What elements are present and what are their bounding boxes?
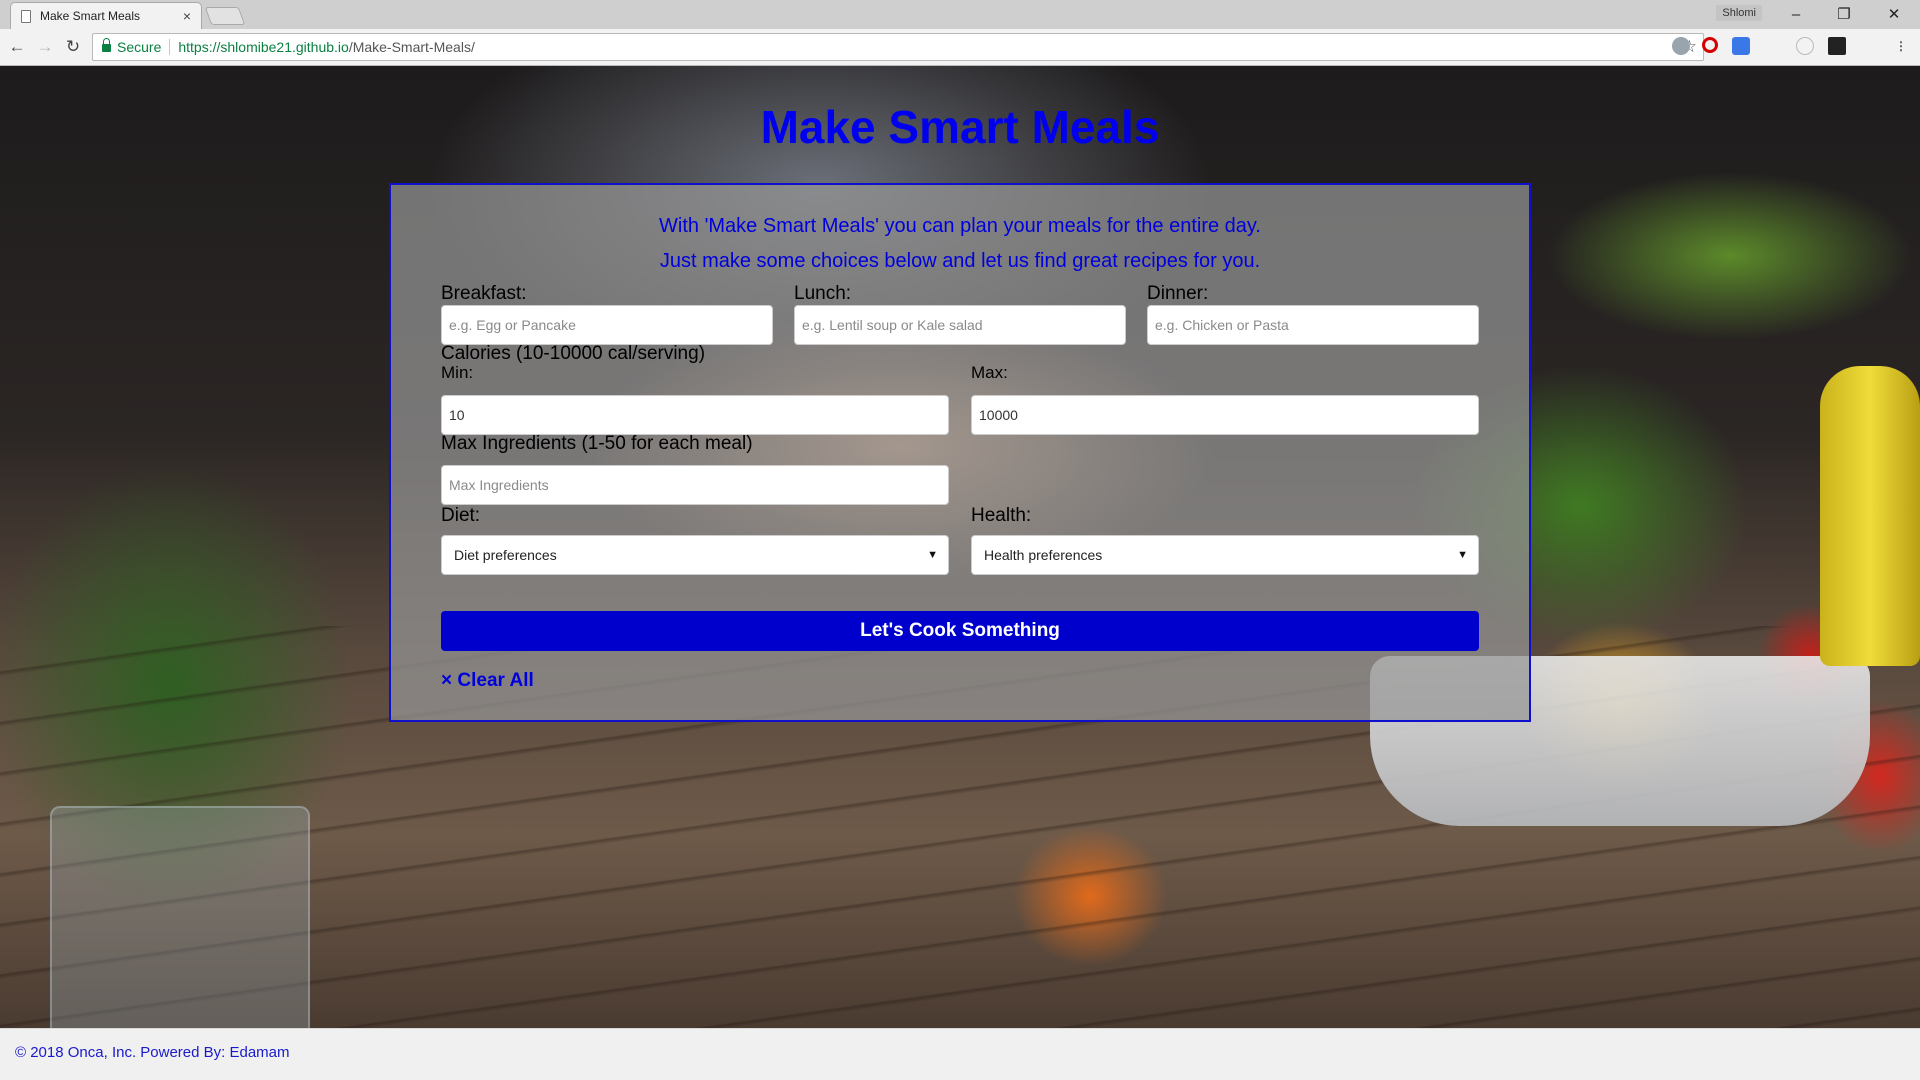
address-bar[interactable]: Secure https://shlomibe21.github.io /Mak… — [92, 33, 1704, 61]
lunch-label: Lunch: — [794, 283, 852, 304]
meal-form: With 'Make Smart Meals' you can plan you… — [389, 183, 1531, 722]
page-icon — [21, 9, 31, 23]
divider — [169, 39, 171, 55]
max-ingredients-input[interactable]: Max Ingredients — [441, 465, 949, 505]
diet-select-value: Diet preferences — [454, 547, 557, 563]
url-path: /Make-Smart-Meals/ — [348, 39, 475, 55]
health-select-value: Health preferences — [984, 547, 1103, 563]
browser-tab-strip: Make Smart Meals × Shlomi – ❐ ✕ — [0, 0, 1920, 29]
lunch-input[interactable]: e.g. Lentil soup or Kale salad — [794, 305, 1126, 345]
max-ingredients-label: Max Ingredients (1-50 for each meal) — [441, 433, 753, 454]
extension-t-icon[interactable] — [1762, 37, 1780, 55]
health-label: Health: — [971, 505, 1032, 526]
new-tab-button[interactable] — [204, 7, 246, 25]
clear-all-link[interactable]: × Clear All — [441, 670, 534, 692]
extension-cloud-icon[interactable] — [1672, 37, 1690, 55]
calories-min-label: Min: — [441, 363, 474, 382]
calories-label: Calories (10-10000 cal/serving) — [441, 343, 706, 364]
extension-circle-icon[interactable] — [1796, 37, 1814, 55]
background-jar — [50, 806, 310, 1028]
minimize-button[interactable]: – — [1776, 2, 1816, 26]
dinner-label: Dinner: — [1147, 283, 1209, 304]
diet-select[interactable]: Diet preferences ▼ — [441, 535, 949, 575]
maximize-button[interactable]: ❐ — [1824, 2, 1864, 26]
footer-text: © 2018 Onca, Inc. Powered By: Edamam — [15, 1044, 290, 1061]
intro-line-1: With 'Make Smart Meals' you can plan you… — [659, 215, 1261, 237]
diet-label: Diet: — [441, 505, 481, 526]
secure-label: Secure — [117, 39, 162, 55]
close-window-button[interactable]: ✕ — [1874, 2, 1914, 26]
tab-title: Make Smart Meals — [40, 9, 141, 23]
dinner-input[interactable]: e.g. Chicken or Pasta — [1147, 305, 1479, 345]
caret-down-icon: ▼ — [1457, 549, 1468, 561]
page-title: Make Smart Meals — [760, 101, 1160, 153]
reload-icon[interactable]: ↻ — [62, 36, 84, 58]
profile-button[interactable]: Shlomi — [1716, 5, 1762, 21]
caret-down-icon: ▼ — [927, 549, 938, 561]
background-bottle — [1820, 366, 1920, 666]
tab-close-icon[interactable]: × — [183, 8, 191, 24]
calories-max-input[interactable]: 10000 — [971, 395, 1479, 435]
browser-toolbar: ← → ↻ Secure https://shlomibe21.github.i… — [0, 29, 1920, 66]
breakfast-input[interactable]: e.g. Egg or Pancake — [441, 305, 773, 345]
intro-line-2: Just make some choices below and let us … — [659, 250, 1261, 272]
extension-translate-icon[interactable] — [1732, 37, 1750, 55]
calories-max-label: Max: — [971, 363, 1008, 382]
extension-drive-icon[interactable] — [1858, 37, 1876, 55]
browser-tab[interactable]: Make Smart Meals × — [10, 2, 202, 29]
menu-icon[interactable]: ⋮ — [1892, 37, 1910, 55]
page-viewport: Make Smart Meals With 'Make Smart Meals'… — [0, 66, 1920, 1028]
lock-icon — [102, 38, 111, 52]
health-select[interactable]: Health preferences ▼ — [971, 535, 1479, 575]
footer: © 2018 Onca, Inc. Powered By: Edamam — [0, 1028, 1920, 1080]
extension-check-icon[interactable] — [1828, 37, 1846, 55]
breakfast-label: Breakfast: — [441, 283, 527, 304]
forward-icon[interactable]: → — [34, 36, 56, 58]
url-host: https://shlomibe21.github.io — [178, 39, 349, 55]
calories-min-input[interactable]: 10 — [441, 395, 949, 435]
back-icon[interactable]: ← — [6, 36, 28, 58]
extension-opera-icon[interactable] — [1702, 37, 1718, 53]
cook-button[interactable]: Let's Cook Something — [441, 611, 1479, 651]
